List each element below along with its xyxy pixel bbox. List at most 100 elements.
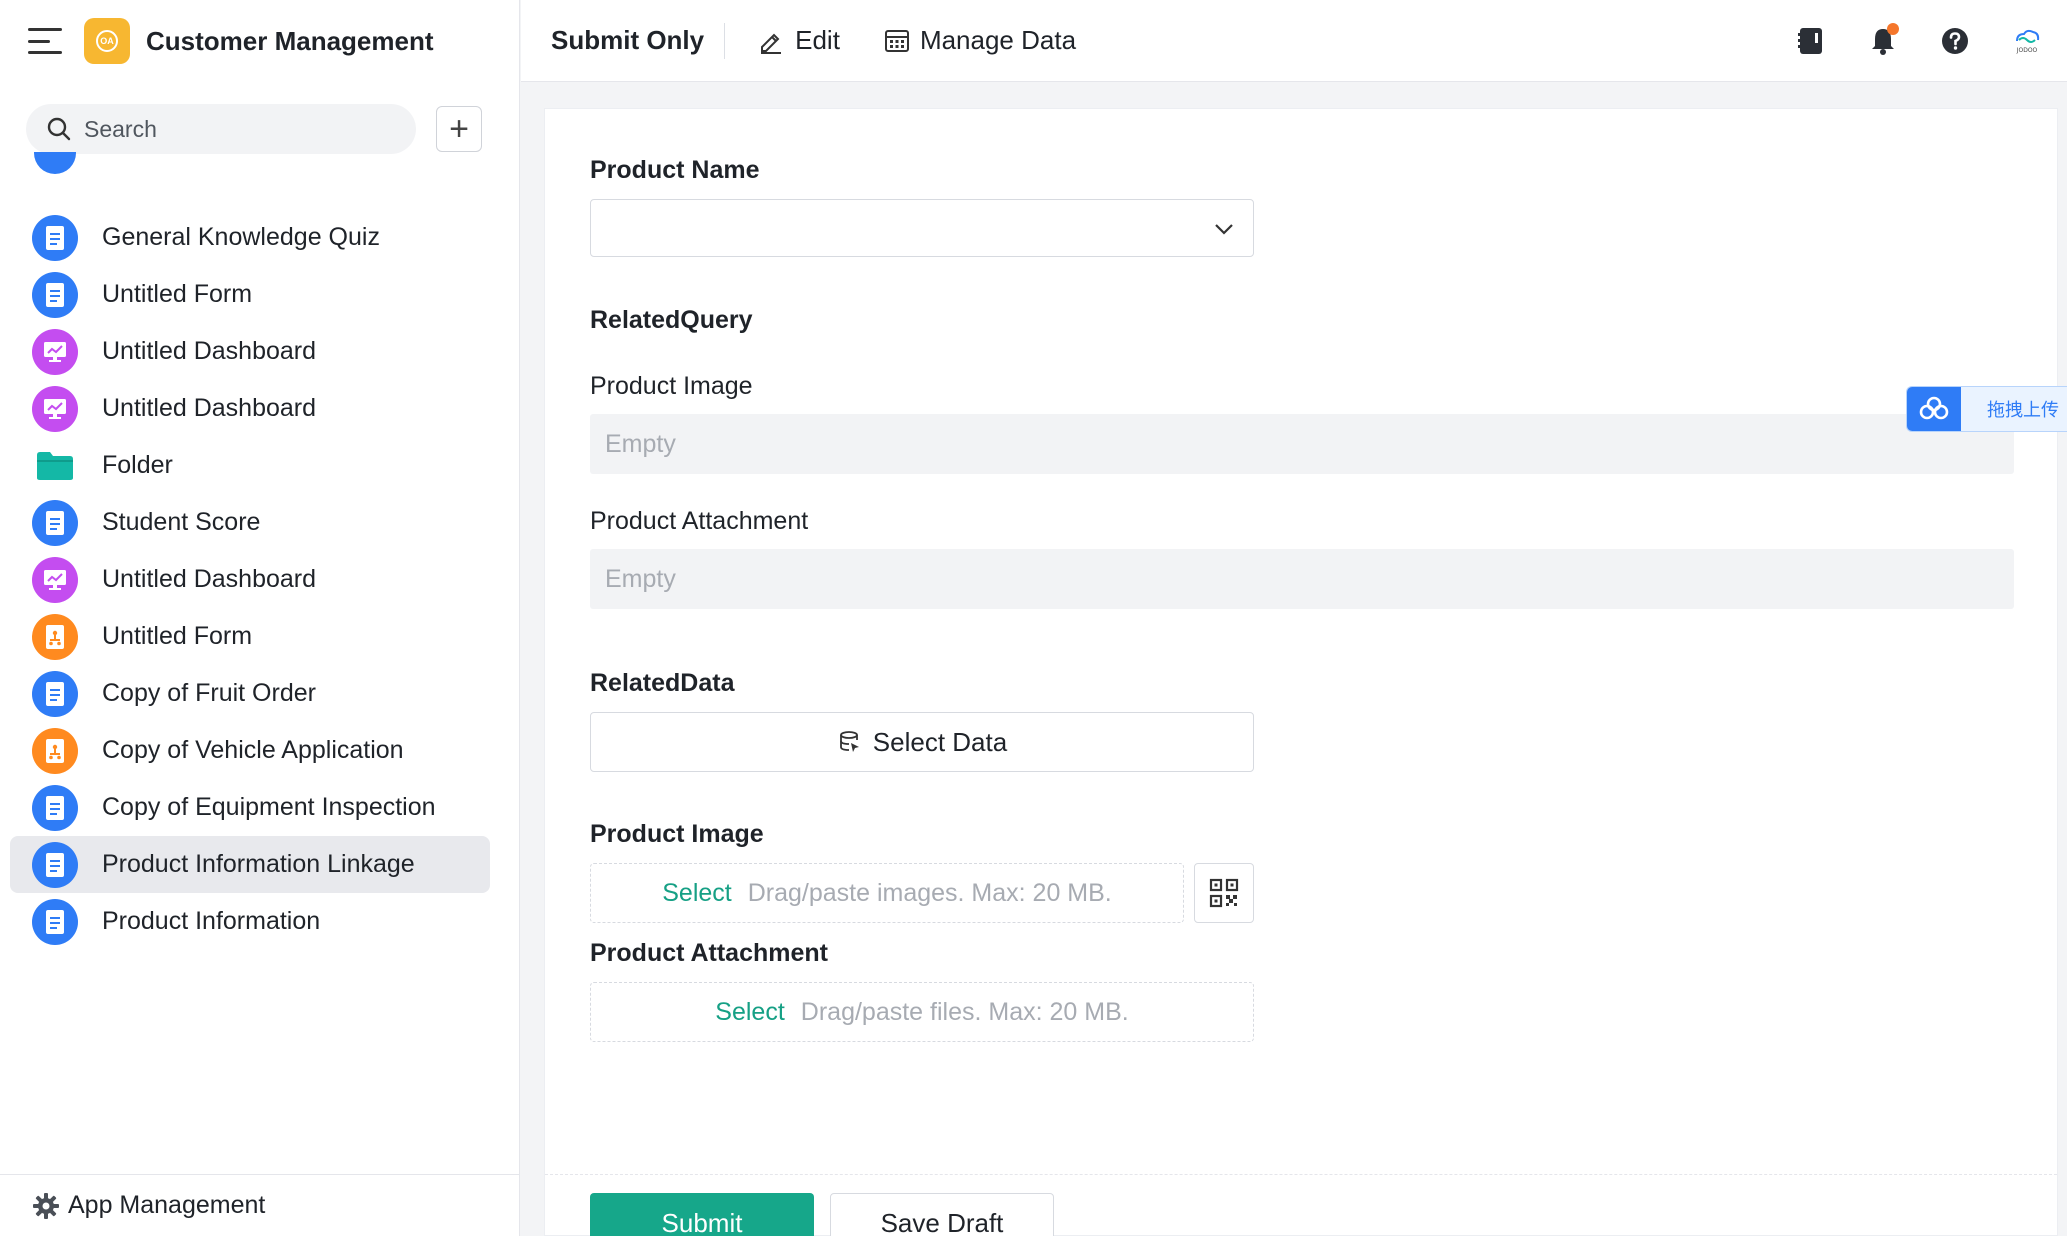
nav-item-label: Product Information <box>102 907 321 935</box>
qr-code-button[interactable] <box>1194 863 1254 923</box>
form-icon <box>32 499 78 546</box>
drag-upload-label: 拖拽上传 <box>1987 400 2059 421</box>
nav-item-label: Copy of Equipment Inspection <box>102 793 436 821</box>
form-icon <box>32 271 78 318</box>
nav-item-label: Product Information Linkage <box>102 850 415 878</box>
form-footer-divider <box>545 1174 2057 1175</box>
select-data-button[interactable]: Select Data <box>590 712 1254 772</box>
product-name-label: Product Name <box>590 156 760 184</box>
select-data-label: Select Data <box>872 726 1008 757</box>
qr-code-icon <box>1209 878 1239 908</box>
nav-item-label: Untitled Dashboard <box>102 394 317 422</box>
form-icon <box>32 841 78 888</box>
nav-item-product-information-linkage[interactable]: Product Information Linkage <box>10 836 490 893</box>
submit-button[interactable]: Submit <box>590 1193 814 1236</box>
nav-item-copy-of-equipment-inspection[interactable]: Copy of Equipment Inspection <box>10 779 490 836</box>
sidebar-header: OA Customer Management <box>0 0 519 82</box>
form-icon <box>32 214 78 261</box>
manage-data-button[interactable]: Manage Data <box>884 25 1076 56</box>
nav-item-label: Student Score <box>102 508 261 536</box>
nav-item-untitled-form[interactable]: Untitled Form <box>10 266 490 323</box>
topbar: Submit Only Edit Manage Data JODOO <box>521 0 2067 82</box>
nav-item-product-information[interactable]: Product Information <box>10 893 490 950</box>
save-draft-button[interactable]: Save Draft <box>830 1193 1054 1236</box>
search-placeholder: Search <box>84 115 157 142</box>
attachment-upload-hint: Drag/paste files. Max: 20 MB. <box>800 997 1129 1026</box>
nav-item-student-score[interactable]: Student Score <box>10 494 490 551</box>
jodoo-logo-icon[interactable]: JODOO <box>2007 21 2047 61</box>
dashboard-icon <box>32 385 78 432</box>
related-data-label: RelatedData <box>590 669 735 697</box>
app-management-button[interactable]: App Management <box>0 1174 519 1236</box>
help-icon[interactable] <box>1935 21 1975 61</box>
product-image-upload[interactable]: Select Drag/paste images. Max: 20 MB. <box>590 863 1184 923</box>
nav-item-untitled-dashboard[interactable]: Untitled Dashboard <box>10 551 490 608</box>
product-name-select[interactable] <box>590 199 1254 257</box>
app-title: Customer Management <box>146 25 434 56</box>
nav-item-general-knowledge-quiz[interactable]: General Knowledge Quiz <box>10 209 490 266</box>
form-icon <box>32 670 78 717</box>
nav-item-label: General Knowledge Quiz <box>102 223 380 251</box>
notification-dot <box>1887 23 1899 35</box>
app-logo-text: OA <box>96 30 118 52</box>
gear-icon <box>33 1192 59 1219</box>
related-query-label: RelatedQuery <box>590 306 753 334</box>
search-input[interactable]: Search <box>26 104 416 154</box>
svg-text:JODOO: JODOO <box>2016 47 2038 54</box>
workflow-form-icon <box>32 727 78 774</box>
nav-item-copy-of-fruit-order[interactable]: Copy of Fruit Order <box>10 665 490 722</box>
nav-item-folder[interactable]: Folder <box>10 437 490 494</box>
form-icon <box>32 898 78 945</box>
rq-product-image-label: Product Image <box>590 372 753 400</box>
nav-item-untitled-dashboard[interactable]: Untitled Dashboard <box>10 380 490 437</box>
chevron-down-icon <box>1215 224 1233 235</box>
table-icon <box>884 29 909 52</box>
topbar-right-icons: JODOO <box>1759 0 2047 82</box>
rq-product-attachment-label: Product Attachment <box>590 507 809 535</box>
bell-icon[interactable] <box>1863 21 1903 61</box>
menu-icon[interactable] <box>28 28 62 54</box>
nav-item-label: Untitled Dashboard <box>102 565 317 593</box>
sidebar: OA Customer Management Search + General … <box>0 0 520 1236</box>
cloud-upload-icon <box>1907 387 1961 431</box>
form-card: Product Name RelatedQuery Product Image … <box>544 108 2058 1236</box>
add-button[interactable]: + <box>436 106 482 152</box>
rq-product-image-value: Empty <box>590 414 2014 474</box>
book-icon[interactable] <box>1791 21 1831 61</box>
attachment-select-link[interactable]: Select <box>715 998 784 1027</box>
pencil-icon <box>761 33 782 54</box>
workflow-form-icon <box>32 613 78 660</box>
product-image-label: Product Image <box>590 820 764 848</box>
product-attachment-upload[interactable]: Select Drag/paste files. Max: 20 MB. <box>590 982 1254 1042</box>
folder-icon <box>32 443 78 489</box>
nav-item-partial-icon <box>34 152 76 174</box>
nav-item-label: Untitled Form <box>102 622 253 650</box>
nav-item-untitled-dashboard[interactable]: Untitled Dashboard <box>10 323 490 380</box>
tab-submit-only[interactable]: Submit Only <box>551 25 704 56</box>
database-icon <box>839 731 859 752</box>
edit-button[interactable]: Edit <box>757 25 840 56</box>
nav-item-label: Folder <box>102 451 173 479</box>
image-select-link[interactable]: Select <box>662 879 731 908</box>
edit-label: Edit <box>795 25 840 55</box>
app-logo: OA <box>84 18 130 64</box>
nav-item-label: Copy of Vehicle Application <box>102 736 404 764</box>
manage-data-label: Manage Data <box>919 25 1077 55</box>
nav-item-copy-of-vehicle-application[interactable]: Copy of Vehicle Application <box>10 722 490 779</box>
search-row: Search + <box>0 82 519 154</box>
product-attachment-label: Product Attachment <box>590 939 828 967</box>
nav-item-label: Untitled Dashboard <box>102 337 317 365</box>
form-icon <box>32 784 78 831</box>
topbar-divider <box>724 22 726 59</box>
nav-list: General Knowledge Quiz Untitled Form Unt… <box>0 150 519 1170</box>
nav-item-untitled-form-workflow[interactable]: Untitled Form <box>10 608 490 665</box>
dashboard-icon <box>32 328 78 375</box>
search-icon <box>47 117 71 141</box>
nav-item-label: Copy of Fruit Order <box>102 679 316 707</box>
drag-upload-widget[interactable]: 拖拽上传 <box>1906 386 2067 432</box>
nav-item-label: Untitled Form <box>102 280 253 308</box>
rq-product-attachment-value: Empty <box>590 549 2014 609</box>
app-management-label: App Management <box>68 1191 266 1219</box>
dashboard-icon <box>32 556 78 603</box>
image-upload-hint: Drag/paste images. Max: 20 MB. <box>747 878 1112 907</box>
